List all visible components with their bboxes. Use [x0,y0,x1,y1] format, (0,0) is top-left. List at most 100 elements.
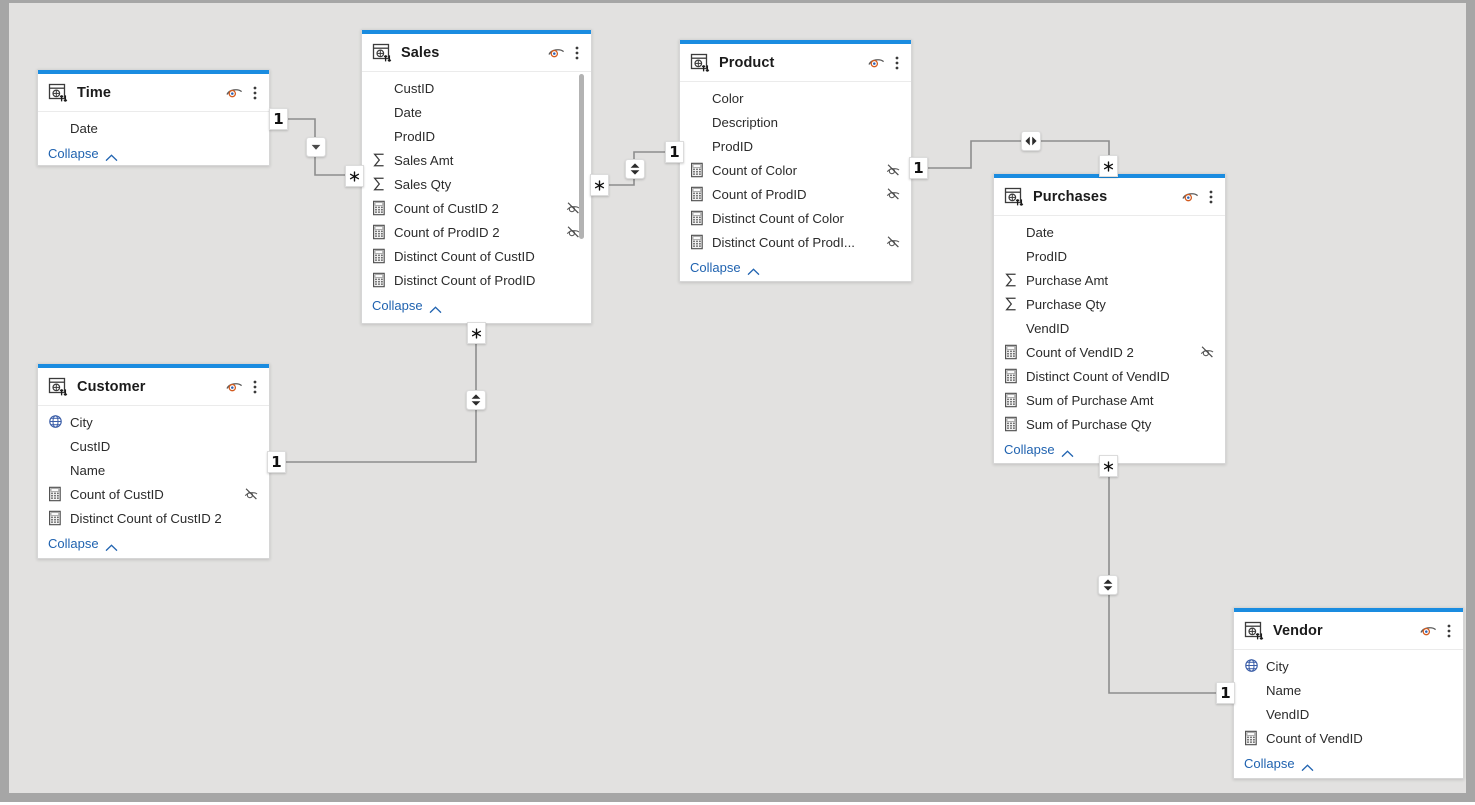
hidden-field-icon[interactable] [886,187,901,201]
more-options-icon[interactable] [891,54,903,72]
table-field-list: CityCustIDNameCount of CustIDDistinct Co… [38,406,269,530]
field-row[interactable]: Count of ProdID [680,182,911,206]
collapse-button[interactable]: Collapse [1234,750,1463,779]
field-row[interactable]: City [38,410,269,434]
preview-data-icon[interactable] [1419,621,1438,640]
field-row[interactable]: VendID [1234,702,1463,726]
field-row[interactable]: Description [680,110,911,134]
field-row[interactable]: Date [994,220,1225,244]
cardinality-many-badge-sales-product[interactable] [590,174,609,196]
table-card-purchases[interactable]: Purchases DateProdIDPurchase AmtPurchase … [993,173,1226,464]
cardinality-one-badge-product-purchases[interactable]: 1 [909,157,928,179]
table-field-list: CustIDDateProdIDSales AmtSales QtyCount … [362,72,591,292]
field-row[interactable]: CustID [362,76,591,100]
field-row[interactable]: Distinct Count of CustID [362,244,591,268]
field-row[interactable]: Distinct Count of CustID 2 [38,506,269,530]
field-row[interactable]: Count of VendID 2 [994,340,1225,364]
field-row[interactable]: CustID [38,434,269,458]
field-label: Count of VendID [1266,731,1432,746]
table-header[interactable]: Product [680,44,911,82]
collapse-button[interactable]: Collapse [38,140,269,166]
field-row[interactable]: Count of CustID 2 [362,196,591,220]
field-list-scrollbar[interactable] [579,74,584,239]
field-row[interactable]: Distinct Count of Color [680,206,911,230]
field-row[interactable]: Count of CustID [38,482,269,506]
field-row[interactable]: Count of VendID [1234,726,1463,750]
hidden-field-icon[interactable] [244,487,259,501]
field-row[interactable]: Date [362,100,591,124]
field-row[interactable]: Sales Qty [362,172,591,196]
field-row[interactable]: Purchase Qty [994,292,1225,316]
field-row[interactable]: Date [38,116,269,140]
globe-icon [48,414,62,430]
collapse-label: Collapse [1244,756,1295,771]
cardinality-many-badge-vendor-purchases[interactable] [1099,455,1118,477]
cardinality-one-badge-sales-product[interactable]: 1 [665,141,684,163]
table-header[interactable]: Time [38,74,269,112]
field-row[interactable]: ProdID [362,124,591,148]
relationship-line-product-purchases [928,141,1109,168]
more-options-icon[interactable] [1443,622,1455,640]
field-row[interactable]: Sum of Purchase Amt [994,388,1225,412]
collapse-button[interactable]: Collapse [362,292,591,321]
field-row[interactable]: Purchase Amt [994,268,1225,292]
field-row[interactable]: Color [680,86,911,110]
table-header[interactable]: Customer [38,368,269,406]
chevron-up-icon [105,540,118,548]
cardinality-one-badge-vendor-purchases[interactable]: 1 [1216,682,1235,704]
table-card-product[interactable]: Product ColorDescriptionProdIDCount of Co… [679,39,912,282]
field-label: Date [394,105,560,120]
field-row[interactable]: Distinct Count of ProdID [362,268,591,292]
table-card-vendor[interactable]: Vendor CityNameVendID Count of VendID Colla… [1233,607,1464,779]
cross-filter-direction-icon-vendor-purchases[interactable] [1098,575,1118,595]
preview-data-icon[interactable] [225,83,244,102]
table-header[interactable]: Purchases [994,178,1225,216]
chevron-up-icon [429,302,442,310]
table-card-customer[interactable]: CustomerCityCustIDNameCount of CustIDDis… [37,363,270,559]
hidden-field-icon[interactable] [1200,345,1215,359]
more-options-icon[interactable] [249,378,261,396]
field-row[interactable]: Count of Color [680,158,911,182]
preview-data-icon[interactable] [1181,187,1200,206]
more-options-icon[interactable] [571,44,583,62]
field-label: Sales Amt [394,153,560,168]
cardinality-many-badge-product-purchases[interactable] [1099,155,1118,177]
table-header[interactable]: Sales [362,34,591,72]
table-card-time[interactable]: Time DateCollapse [37,69,270,166]
field-row[interactable]: Name [38,458,269,482]
cardinality-many-badge-time-sales[interactable] [345,165,364,187]
field-row[interactable]: Sales Amt [362,148,591,172]
table-title: Purchases [1033,189,1181,205]
cardinality-one-badge-time-sales[interactable]: 1 [269,108,288,130]
preview-data-icon[interactable] [547,43,566,62]
field-row[interactable]: VendID [994,316,1225,340]
collapse-button[interactable]: Collapse [680,254,911,282]
more-options-icon[interactable] [1205,188,1217,206]
table-card-sales[interactable]: SalesCustIDDateProdIDSales AmtSales QtyC… [361,29,592,324]
preview-data-icon[interactable] [225,377,244,396]
sigma-icon [372,152,386,168]
model-view-canvas[interactable]: TimeDateCollapseSalesCustIDDateProdIDSal… [0,0,1475,802]
field-row[interactable]: ProdID [994,244,1225,268]
collapse-button[interactable]: Collapse [38,530,269,559]
field-row[interactable]: City [1234,654,1463,678]
field-row[interactable]: Name [1234,678,1463,702]
cross-filter-direction-icon-sales-product[interactable] [625,159,645,179]
cross-filter-direction-icon-time-sales[interactable] [306,137,326,157]
table-header[interactable]: Vendor [1234,612,1463,650]
hidden-field-icon[interactable] [886,235,901,249]
field-row[interactable]: Distinct Count of ProdI... [680,230,911,254]
hidden-field-icon[interactable] [886,163,901,177]
field-row[interactable]: Count of ProdID 2 [362,220,591,244]
cross-filter-direction-icon-customer-sales[interactable] [466,390,486,410]
field-row[interactable]: Distinct Count of VendID [994,364,1225,388]
chevron-up-icon [105,150,118,158]
cardinality-many-badge-customer-sales[interactable] [467,322,486,344]
table-title: Sales [401,45,547,61]
preview-data-icon[interactable] [867,53,886,72]
field-row[interactable]: ProdID [680,134,911,158]
cardinality-one-badge-customer-sales[interactable]: 1 [267,451,286,473]
more-options-icon[interactable] [249,84,261,102]
field-row[interactable]: Sum of Purchase Qty [994,412,1225,436]
cross-filter-direction-icon-product-purchases[interactable] [1021,131,1041,151]
